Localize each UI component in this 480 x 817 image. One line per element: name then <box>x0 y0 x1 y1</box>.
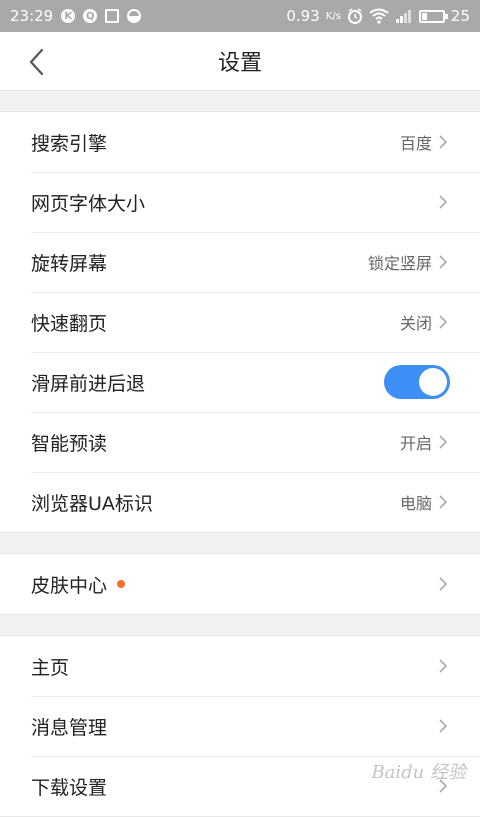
chevron-right-icon <box>439 135 448 149</box>
row-label: 搜索引擎 <box>31 132 108 155</box>
chevron-right-icon <box>439 495 448 509</box>
settings-group-skin: 皮肤中心 <box>0 553 480 615</box>
toggle-knob <box>419 368 447 396</box>
swipe-navigation-toggle[interactable] <box>384 365 450 399</box>
row-value: 开启 <box>399 434 432 453</box>
back-button[interactable] <box>22 48 50 76</box>
row-skin-center[interactable]: 皮肤中心 <box>0 554 480 614</box>
row-label: 主页 <box>31 656 70 679</box>
half-circle-icon <box>127 9 142 23</box>
row-smart-preload[interactable]: 智能预读 开启 <box>0 412 480 472</box>
row-label: 快速翻页 <box>31 312 108 335</box>
row-label: 皮肤中心 <box>31 574 108 597</box>
chat-icon: Q <box>83 9 98 23</box>
k-icon: K <box>61 9 76 23</box>
row-message-management[interactable]: 消息管理 <box>0 696 480 756</box>
battery-level: 25 <box>450 7 470 25</box>
status-time: 23:29 <box>10 7 54 25</box>
net-speed-unit: K/s <box>325 10 341 22</box>
image-icon <box>105 9 120 23</box>
row-home-page[interactable]: 主页 <box>0 636 480 696</box>
row-value: 锁定竖屏 <box>367 254 432 273</box>
net-speed: 0.93 <box>286 7 320 25</box>
wifi-icon <box>369 8 389 24</box>
page-title: 设置 <box>217 51 262 76</box>
row-value: 关闭 <box>399 314 432 333</box>
row-value: 百度 <box>399 134 432 153</box>
chevron-right-icon <box>439 577 448 591</box>
row-label: 智能预读 <box>31 432 108 455</box>
chevron-right-icon <box>439 255 448 269</box>
row-rotate-screen[interactable]: 旋转屏幕 锁定竖屏 <box>0 232 480 292</box>
row-search-engine[interactable]: 搜索引擎 百度 <box>0 112 480 172</box>
chevron-left-icon <box>29 48 44 76</box>
status-bar: 23:29 K Q 0.93 K/s 25 <box>0 0 480 32</box>
row-label: 旋转屏幕 <box>31 252 108 275</box>
row-swipe-navigation: 滑屏前进后退 <box>0 352 480 412</box>
row-label: 消息管理 <box>31 716 108 739</box>
row-label: 浏览器UA标识 <box>31 492 153 515</box>
row-user-agent[interactable]: 浏览器UA标识 电脑 <box>0 472 480 532</box>
row-label: 滑屏前进后退 <box>31 372 146 395</box>
row-label: 网页字体大小 <box>31 192 146 215</box>
watermark: Baidu 经验 <box>371 762 466 783</box>
new-badge-dot <box>117 580 126 588</box>
settings-group-browser: 搜索引擎 百度 网页字体大小 旋转屏幕 锁定竖屏 快速翻页 关闭 滑屏前进后退 <box>0 111 480 533</box>
chevron-right-icon <box>439 315 448 329</box>
row-value: 电脑 <box>399 494 432 513</box>
row-quick-page-turn[interactable]: 快速翻页 关闭 <box>0 292 480 352</box>
chevron-right-icon <box>439 195 448 209</box>
row-font-size[interactable]: 网页字体大小 <box>0 172 480 232</box>
title-bar: 设置 <box>0 32 480 91</box>
chevron-right-icon <box>439 659 448 673</box>
chevron-right-icon <box>439 435 448 449</box>
alarm-icon <box>347 8 362 24</box>
signal-icon <box>395 10 411 23</box>
battery-icon <box>418 9 448 23</box>
settings-group-general: 主页 消息管理 下载设置 <box>0 635 480 817</box>
chevron-right-icon <box>439 719 448 733</box>
row-label: 下载设置 <box>31 776 108 799</box>
